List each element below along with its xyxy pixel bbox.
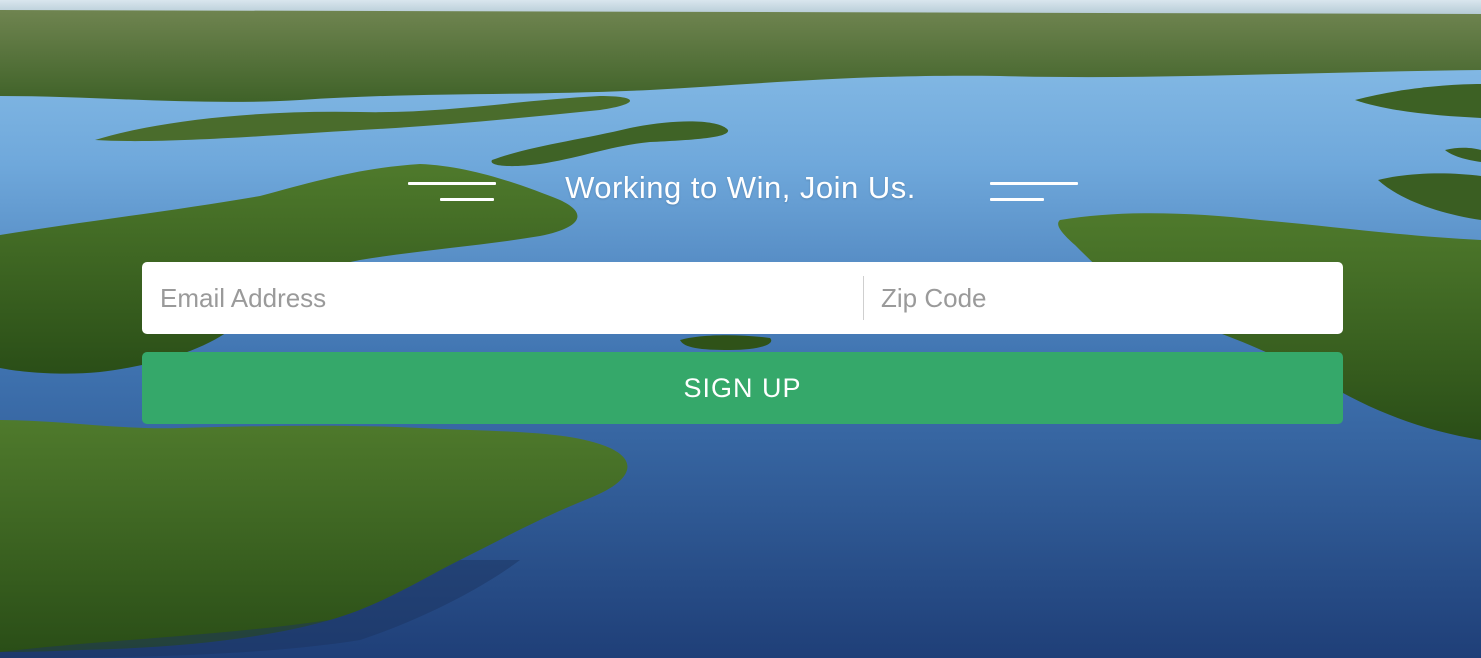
sign-up-button[interactable]: SIGN UP	[142, 352, 1343, 424]
zip-code-field[interactable]	[865, 262, 1343, 334]
signup-form	[142, 262, 1343, 334]
field-divider	[863, 276, 864, 320]
email-field[interactable]	[142, 262, 862, 334]
hero-section: Working to Win, Join Us. SIGN UP	[0, 0, 1481, 658]
decor-line-right-bottom	[990, 198, 1044, 201]
decor-line-right-top	[990, 182, 1078, 185]
heading-row: Working to Win, Join Us.	[0, 160, 1481, 220]
page-title: Working to Win, Join Us.	[565, 170, 916, 205]
